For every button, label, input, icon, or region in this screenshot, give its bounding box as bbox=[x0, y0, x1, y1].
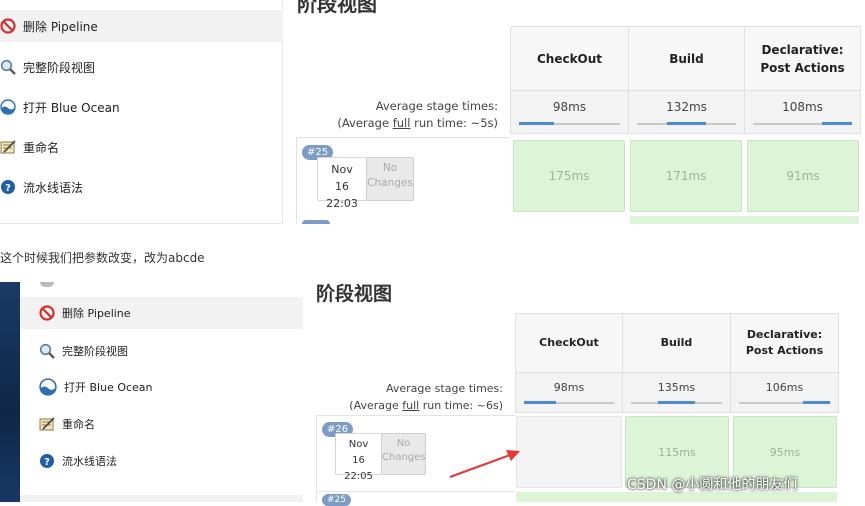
help-icon: ? bbox=[0, 179, 16, 195]
stage-cell-build[interactable]: 171ms bbox=[630, 140, 742, 212]
sidebar-item-label: 流水线语法 bbox=[62, 455, 117, 468]
avg-time-post-actions: 108ms bbox=[745, 91, 861, 134]
avg-time-build: 135ms bbox=[623, 373, 731, 413]
average-stage-times-label: Average stage times: (Average full run t… bbox=[337, 99, 498, 130]
avg-time-checkout: 98ms bbox=[515, 373, 623, 413]
next-build-badge-partial bbox=[302, 220, 330, 224]
sidebar-item-full-stage-view[interactable]: 完整阶段视图 bbox=[0, 52, 95, 82]
caption-text: 这个时候我们把参数改变，改为abcde bbox=[0, 251, 205, 265]
build-date: Nov 16 22:05 bbox=[335, 433, 382, 482]
page-title: 阶段视图 bbox=[297, 0, 377, 16]
csdn-watermark: CSDN @小圆和他的朋友们 bbox=[627, 477, 798, 493]
sidebar-item-pipeline-syntax[interactable]: ? 流水线语法 bbox=[39, 446, 117, 476]
help-icon: ? bbox=[39, 453, 55, 469]
sidebar-item-label: 流水线语法 bbox=[23, 180, 84, 195]
page-title: 阶段视图 bbox=[316, 283, 393, 305]
sidebar-bottom-row-partial bbox=[20, 495, 303, 502]
full-run-time-link[interactable]: full bbox=[402, 399, 419, 412]
build-date: Nov 16 22:03 bbox=[317, 157, 367, 210]
svg-text:?: ? bbox=[44, 457, 50, 468]
next-build-number-badge[interactable]: #25 bbox=[322, 494, 351, 506]
full-run-time-link[interactable]: full bbox=[393, 116, 411, 130]
sidebar-item-label: 删除 Pipeline bbox=[62, 307, 131, 320]
sidebar-item-delete-pipeline[interactable]: 删除 Pipeline bbox=[0, 10, 283, 42]
stage-cell-checkout[interactable]: 175ms bbox=[513, 140, 625, 212]
avg-time-build: 132ms bbox=[629, 91, 745, 134]
notepad-icon bbox=[0, 139, 16, 155]
sidebar-item-label: 打开 Blue Ocean bbox=[64, 381, 153, 394]
sidebar-item-label: 重命名 bbox=[62, 418, 95, 431]
sidebar-item-rename[interactable]: 重命名 bbox=[39, 409, 95, 439]
stage-cell-checkout[interactable] bbox=[516, 416, 622, 488]
average-stage-times-label: Average stage times: (Average full run t… bbox=[349, 382, 503, 412]
blue-ocean-icon bbox=[0, 99, 16, 115]
sidebar-item-rename[interactable]: 重命名 bbox=[0, 132, 59, 162]
sidebar-item-label: 打开 Blue Ocean bbox=[23, 100, 120, 115]
next-row-cells-partial bbox=[630, 216, 859, 224]
stage-header-post-actions: Declarative: Post Actions bbox=[745, 26, 861, 91]
stage-header-build: Build bbox=[629, 26, 745, 91]
sidebar-item-blue-ocean[interactable]: 打开 Blue Ocean bbox=[39, 372, 153, 402]
sidebar-item-full-stage-view[interactable]: 完整阶段视图 bbox=[39, 336, 128, 366]
desktop-background-strip bbox=[0, 282, 20, 502]
avg-time-post-actions: 106ms bbox=[731, 373, 839, 413]
stage-header-checkout: CheckOut bbox=[510, 26, 629, 91]
sidebar-item-label: 完整阶段视图 bbox=[62, 345, 128, 358]
red-arrow-annotation bbox=[449, 450, 520, 479]
avg-time-checkout: 98ms bbox=[510, 91, 629, 134]
stage-header-build: Build bbox=[623, 313, 731, 373]
stage-cell-post-actions[interactable]: 91ms bbox=[747, 140, 859, 212]
no-entry-icon bbox=[39, 305, 55, 321]
notepad-icon bbox=[39, 416, 55, 432]
sidebar-item-label: 删除 Pipeline bbox=[23, 19, 98, 34]
stage-header-post-actions: Declarative: Post Actions bbox=[731, 313, 839, 373]
no-changes-label: No Changes bbox=[366, 157, 414, 201]
magnifier-icon bbox=[39, 343, 55, 359]
sidebar-item-blue-ocean[interactable]: 打开 Blue Ocean bbox=[0, 92, 120, 122]
svg-text:?: ? bbox=[5, 183, 11, 194]
sidebar-item-label: 完整阶段视图 bbox=[23, 60, 96, 75]
no-changes-label: No Changes bbox=[381, 433, 426, 475]
sidebar-item-label: 重命名 bbox=[23, 140, 60, 155]
blue-ocean-icon bbox=[39, 378, 57, 396]
no-entry-icon bbox=[0, 18, 16, 34]
sidebar-item-delete-pipeline[interactable]: 删除 Pipeline bbox=[20, 297, 303, 329]
magnifier-icon bbox=[0, 59, 16, 75]
sidebar-item-pipeline-syntax[interactable]: ? 流水线语法 bbox=[0, 172, 83, 202]
stage-header-checkout: CheckOut bbox=[515, 313, 623, 373]
